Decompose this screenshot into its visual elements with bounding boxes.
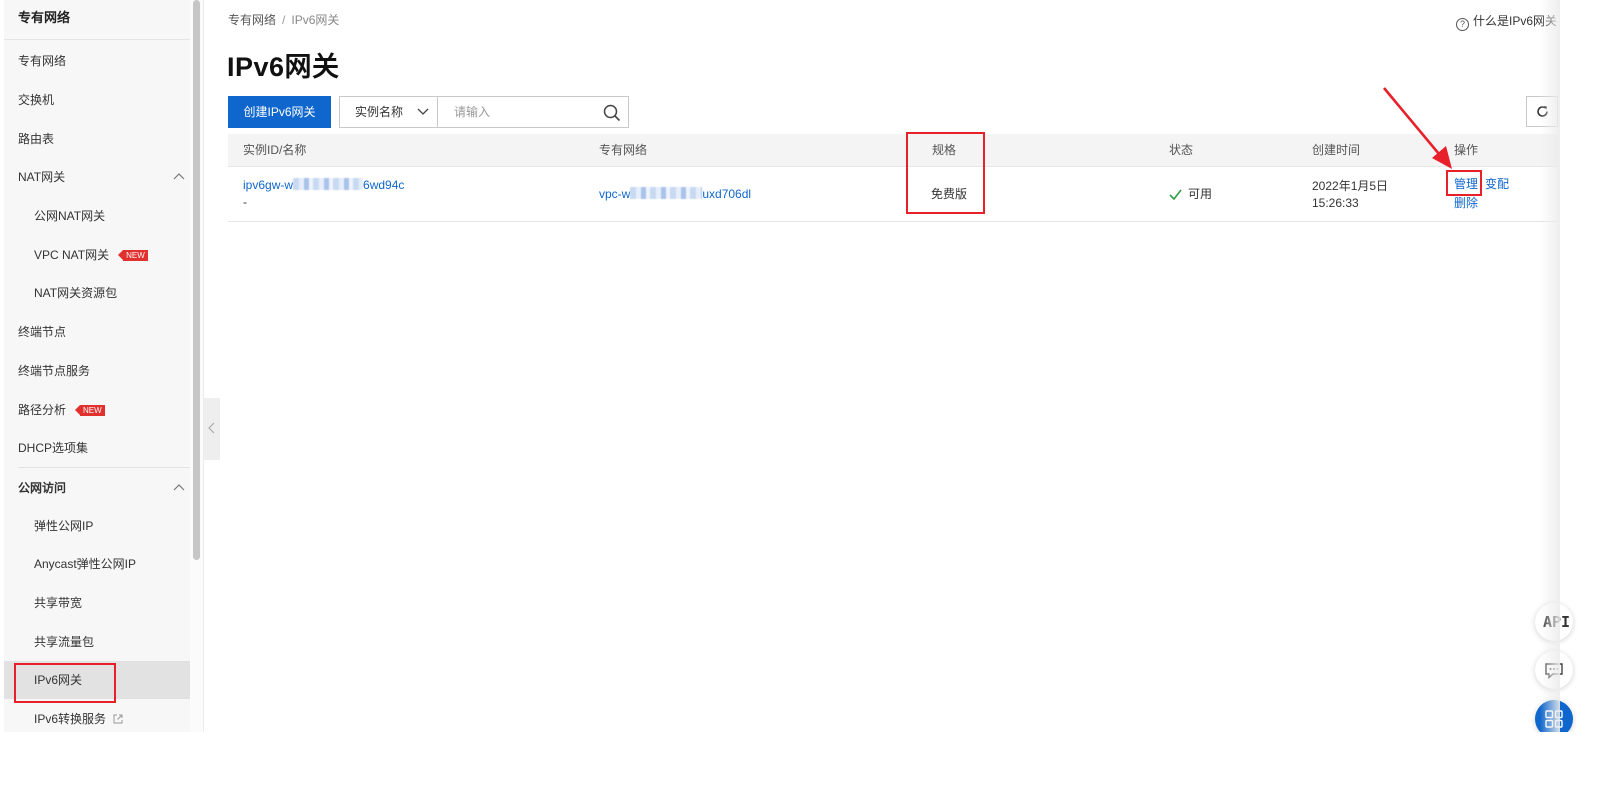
created-time-cell: 2022年1月5日 15:26:33	[1312, 178, 1388, 212]
sidebar-group-nat-gateway[interactable]: NAT网关	[4, 158, 190, 196]
breadcrumb: 专有网络 / IPv6网关	[228, 11, 339, 28]
sidebar-scrollbar-thumb[interactable]	[193, 0, 200, 560]
column-header-status: 状态	[1169, 143, 1194, 157]
chat-icon	[1545, 663, 1563, 679]
sidebar-collapse-button[interactable]	[204, 398, 220, 460]
instance-cell: ipv6gw-w 6wd94c -	[243, 177, 404, 211]
sidebar-item-label: Anycast弹性公网IP	[34, 557, 137, 571]
create-ipv6-gateway-button[interactable]: 创建IPv6网关	[228, 96, 331, 128]
chevron-left-icon	[208, 422, 215, 434]
new-badge: NEW	[118, 250, 148, 261]
sidebar-item-dhcp[interactable]: DHCP选项集	[4, 429, 190, 467]
refresh-button[interactable]	[1526, 96, 1558, 127]
sidebar-item-route-table[interactable]: 路由表	[4, 120, 190, 158]
sidebar-item-label: NAT网关	[18, 170, 66, 184]
sidebar-divider	[18, 467, 190, 468]
apps-grid-icon	[1545, 710, 1563, 728]
status-text: 可用	[1188, 187, 1213, 201]
sidebar-item-label: VPC NAT网关	[34, 248, 110, 262]
sidebar-item-nat-package[interactable]: NAT网关资源包	[4, 274, 190, 312]
redacted-text	[630, 187, 703, 199]
sidebar-item-label: 共享带宽	[34, 596, 83, 610]
help-link-label: 什么是IPv6网关	[1473, 14, 1558, 28]
sidebar-item-eip[interactable]: 弹性公网IP	[4, 507, 190, 545]
filter-field-select[interactable]: 实例名称	[339, 96, 438, 128]
filter-field-label: 实例名称	[355, 105, 404, 119]
sidebar-item-label: NAT网关资源包	[34, 286, 118, 300]
spec-cell: 免费版	[931, 187, 968, 201]
refresh-icon	[1537, 106, 1548, 117]
actions-cell: 管理 变配 删除	[1454, 176, 1509, 212]
new-badge: NEW	[75, 405, 105, 416]
external-link-icon	[113, 701, 123, 732]
help-link[interactable]: ? 什么是IPv6网关	[1456, 12, 1557, 31]
column-header-actions: 操作	[1454, 143, 1479, 157]
sidebar-title: 专有网络	[4, 0, 190, 40]
instance-name: -	[243, 195, 247, 209]
chevron-up-icon	[172, 469, 186, 507]
sidebar-item-label: 终端节点服务	[18, 364, 91, 378]
sidebar-item-shared-traffic[interactable]: 共享流量包	[4, 623, 190, 661]
sidebar-item-endpoint-service[interactable]: 终端节点服务	[4, 352, 190, 390]
page-title: IPv6网关	[227, 52, 340, 82]
sidebar-item-vpc-nat[interactable]: VPC NAT网关 NEW	[4, 236, 190, 274]
sidebar-item-ipv6-gateway[interactable]: IPv6网关	[4, 661, 190, 699]
sidebar-group-public-access[interactable]: 公网访问	[4, 469, 190, 507]
change-spec-link[interactable]: 变配	[1485, 177, 1509, 191]
sidebar-item-label: 公网访问	[18, 481, 67, 495]
sidebar-item-ipv6-translation[interactable]: IPv6转换服务	[4, 700, 190, 732]
column-header-vpc: 专有网络	[599, 143, 648, 157]
sidebar-item-label: 公网NAT网关	[34, 209, 106, 223]
manage-link[interactable]: 管理	[1454, 177, 1478, 191]
sidebar-item-endpoint[interactable]: 终端节点	[4, 313, 190, 351]
sidebar-item-label: 路由表	[18, 132, 55, 146]
breadcrumb-separator: /	[282, 13, 286, 27]
sidebar-item-label: IPv6网关	[34, 673, 83, 687]
sidebar-item-label: 终端节点	[18, 325, 67, 339]
api-float-button[interactable]: API	[1535, 603, 1573, 641]
instance-id-suffix: 6wd94c	[363, 178, 405, 192]
vpc-id-prefix: vpc-w	[599, 187, 631, 201]
sidebar-item-public-nat[interactable]: 公网NAT网关	[4, 197, 190, 235]
table-row: ipv6gw-w 6wd94c - vpc-w uxd706dl 免费版 可用 20…	[228, 167, 1558, 222]
column-header-instance: 实例ID/名称	[243, 143, 307, 157]
chevron-down-icon	[417, 108, 429, 115]
sidebar-item-path-analysis[interactable]: 路径分析 NEW	[4, 391, 190, 429]
column-header-spec: 规格	[932, 143, 957, 157]
search-box	[437, 96, 629, 128]
created-date: 2022年1月5日	[1312, 179, 1389, 193]
vpc-cell: vpc-w uxd706dl	[599, 186, 751, 203]
sidebar-item-label: 路径分析	[18, 403, 67, 417]
sidebar-item-anycast-eip[interactable]: Anycast弹性公网IP	[4, 545, 190, 583]
vpc-id-link[interactable]: vpc-w uxd706dl	[599, 187, 751, 201]
breadcrumb-current: IPv6网关	[291, 13, 340, 27]
instance-id-prefix: ipv6gw-w	[243, 178, 294, 192]
delete-link[interactable]: 删除	[1454, 195, 1478, 212]
created-time: 15:26:33	[1312, 196, 1359, 210]
sidebar-item-label: 专有网络	[18, 54, 67, 68]
sidebar: 专有网络 专有网络 交换机 路由表 NAT网关 公网NAT网关 VPC NAT网…	[4, 0, 190, 732]
check-icon	[1169, 188, 1182, 205]
breadcrumb-root[interactable]: 专有网络	[228, 13, 276, 27]
sidebar-item-vswitch[interactable]: 交换机	[4, 81, 190, 119]
sidebar-item-label: 共享流量包	[34, 635, 95, 649]
redacted-text	[293, 178, 364, 190]
column-header-created-time: 创建时间	[1312, 143, 1361, 157]
question-icon: ?	[1456, 18, 1469, 31]
sidebar-item-label: DHCP选项集	[18, 441, 89, 455]
sidebar-item-label: 弹性公网IP	[34, 519, 94, 533]
vpc-id-suffix: uxd706dl	[702, 187, 752, 201]
search-icon[interactable]	[603, 104, 621, 125]
status-cell: 可用	[1169, 186, 1212, 205]
chevron-up-icon	[172, 158, 186, 196]
bottom-blank-area	[0, 732, 1610, 796]
sidebar-item-label: 交换机	[18, 93, 55, 107]
sidebar-item-shared-bandwidth[interactable]: 共享带宽	[4, 584, 190, 622]
table-header: 实例ID/名称 专有网络 规格 状态 创建时间 操作	[228, 134, 1558, 167]
search-input[interactable]	[438, 97, 598, 127]
sidebar-item-label: IPv6转换服务	[34, 712, 107, 726]
chat-float-button[interactable]	[1535, 651, 1573, 689]
sidebar-item-vpc[interactable]: 专有网络	[4, 42, 190, 80]
instance-id-link[interactable]: ipv6gw-w 6wd94c	[243, 177, 404, 194]
